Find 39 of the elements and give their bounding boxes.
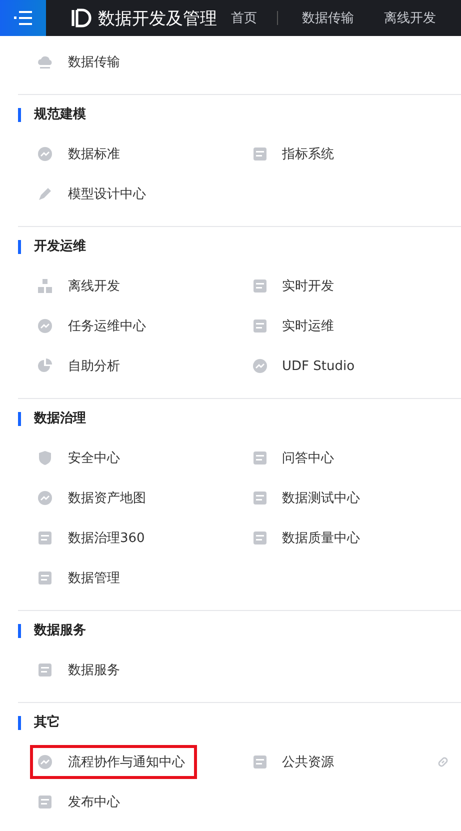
- menu-item[interactable]: 问答中心: [250, 441, 342, 475]
- section-title: 开发运维: [18, 240, 86, 254]
- menu-button[interactable]: [0, 0, 46, 36]
- cloud-icon: [37, 54, 53, 70]
- menu-item[interactable]: 数据测试中心: [250, 481, 368, 515]
- menu-item[interactable]: 离线开发: [18, 269, 128, 303]
- pencil-icon: [37, 186, 53, 202]
- pie-icon: [37, 358, 53, 374]
- menu-item[interactable]: 数据管理: [18, 561, 128, 595]
- menu-item[interactable]: UDF Studio: [250, 350, 363, 382]
- menu-item[interactable]: 数据资产地图: [18, 481, 154, 515]
- shield-icon: [37, 450, 53, 466]
- menu-item[interactable]: 发布中心: [18, 785, 128, 819]
- blocks-icon: [37, 278, 53, 294]
- menu-item[interactable]: 数据传输: [18, 45, 128, 79]
- nav-link[interactable]: 离线开发: [384, 9, 436, 27]
- section-title: 数据治理: [18, 412, 86, 426]
- section-title: 其它: [18, 716, 60, 730]
- menu-item[interactable]: 数据质量中心: [250, 521, 368, 555]
- menu-item[interactable]: 数据治理360: [18, 521, 153, 555]
- menu-item[interactable]: 流程协作与通知中心: [30, 745, 197, 779]
- menu-item[interactable]: 模型设计中心: [18, 177, 154, 211]
- nav-link[interactable]: 首页: [231, 9, 257, 27]
- section-title: 规范建模: [18, 108, 86, 122]
- chart-icon: [37, 146, 53, 162]
- menu-item[interactable]: 指标系统: [250, 137, 342, 171]
- menu-item[interactable]: 公共资源: [250, 745, 342, 779]
- section-title: 数据服务: [18, 624, 86, 638]
- menu-item[interactable]: 任务运维中心: [18, 309, 154, 343]
- menu-item[interactable]: 实时开发: [250, 269, 342, 303]
- menu-item[interactable]: 数据服务: [18, 653, 128, 687]
- logo-icon: [70, 8, 92, 28]
- app-title: 数据开发及管理: [98, 8, 217, 30]
- nav-link[interactable]: 数据传输: [302, 9, 354, 27]
- menu-item[interactable]: 自助分析: [18, 349, 128, 383]
- menu-item[interactable]: 实时运维: [250, 309, 342, 343]
- menu-item[interactable]: 安全中心: [18, 441, 128, 475]
- menu-item[interactable]: 数据标准: [18, 137, 128, 171]
- menu-icon: [14, 11, 32, 25]
